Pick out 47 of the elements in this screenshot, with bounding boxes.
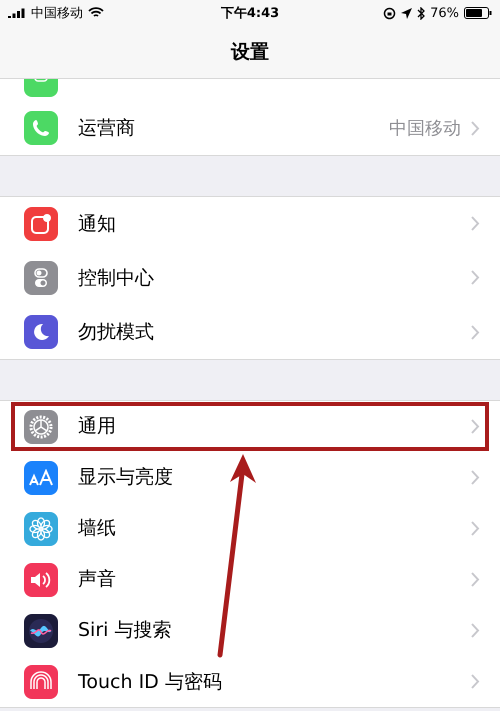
settings-row[interactable]: Siri 与搜索 <box>0 605 500 656</box>
chevron-icon <box>471 216 480 231</box>
chevron-icon <box>471 270 480 285</box>
settings-row[interactable]: 通知 <box>0 197 500 251</box>
battery-percentage: 76% <box>430 6 459 20</box>
flower-icon <box>28 516 54 542</box>
battery-icon <box>464 7 492 19</box>
row-label: 勿扰模式 <box>78 320 155 345</box>
moon-icon <box>31 322 51 342</box>
settings-row[interactable]: 墙纸 <box>0 503 500 554</box>
row-label: 通用 <box>78 414 117 439</box>
carrier-name: 中国移动 <box>31 5 83 22</box>
chevron-icon <box>471 520 480 536</box>
settings-icon <box>27 412 55 440</box>
location-icon <box>401 8 412 18</box>
siri-icon <box>27 616 55 644</box>
row-label: 声音 <box>78 567 117 592</box>
chevron-icon <box>471 418 480 434</box>
settings-row[interactable]: 勿扰模式 <box>0 305 500 359</box>
notification-icon <box>30 213 52 235</box>
phone-icon <box>31 118 51 138</box>
row-value: 中国移动 <box>389 117 461 140</box>
settings-row[interactable]: 声音 <box>0 554 500 605</box>
rotation-lock-icon <box>383 6 396 20</box>
chevron-icon <box>471 622 480 638</box>
chevron-icon <box>471 120 480 136</box>
row-label: Siri 与搜索 <box>78 618 172 643</box>
letters-icon <box>28 468 54 486</box>
status-time: 下午4:43 <box>220 5 280 22</box>
speaker-icon <box>29 570 53 590</box>
settings-row[interactable]: Touch ID 与密码 <box>0 656 500 707</box>
row-label: 控制中心 <box>78 266 155 290</box>
chevron-icon <box>471 324 480 340</box>
row-label: 墙纸 <box>78 516 117 541</box>
wifi-icon <box>88 7 104 19</box>
row-label: 显示与亮度 <box>78 465 174 490</box>
row-label: Touch ID 与密码 <box>78 670 223 694</box>
chevron-icon <box>471 470 480 484</box>
bluetooth-icon <box>417 6 426 20</box>
row-label: 通知 <box>78 212 117 236</box>
chevron-icon <box>471 572 480 586</box>
signal-icon <box>8 8 26 18</box>
chevron-icon <box>471 674 480 689</box>
page-title: 设置 <box>231 40 269 65</box>
settings-row[interactable]: 通用 <box>0 401 500 452</box>
row-label: 运营商 <box>78 116 136 141</box>
settings-row[interactable]: 控制中心 <box>0 251 500 305</box>
